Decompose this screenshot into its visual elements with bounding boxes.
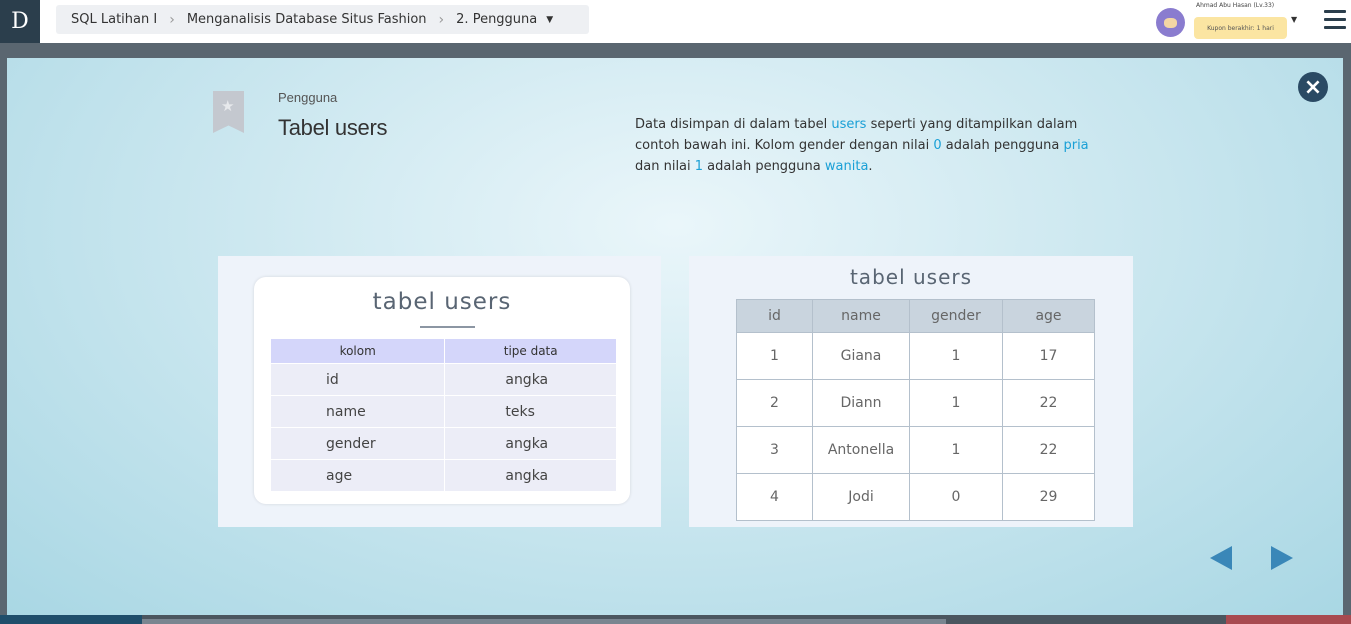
schema-header: tipe data <box>444 339 617 364</box>
caret-down-icon[interactable]: ▼ <box>1291 15 1297 24</box>
table-cell: 2 <box>736 379 813 427</box>
table-cell: 1 <box>909 379 1003 427</box>
data-panel: tabel users id name gender age 1 Giana 1… <box>689 256 1133 527</box>
slide-description: Data disimpan di dalam tabel users seper… <box>635 117 1089 174</box>
breadcrumb: SQL Latihan I › Menganalisis Database Si… <box>56 5 589 34</box>
schema-cell: name <box>271 395 446 428</box>
breadcrumb-course[interactable]: SQL Latihan I <box>71 12 157 27</box>
table-cell: Jodi <box>812 473 910 521</box>
table-cell: 29 <box>1002 473 1095 521</box>
schema-title: tabel users <box>372 289 512 315</box>
schema-cell: angka <box>444 363 617 396</box>
logo-icon[interactable]: D <box>0 0 40 43</box>
top-bar: D SQL Latihan I › Menganalisis Database … <box>0 0 1351 43</box>
table-cell: 22 <box>1002 379 1095 427</box>
table-cell: Diann <box>812 379 910 427</box>
user-menu[interactable]: Ahmad Abu Hasan (Lv.33) Kupon berakhir: … <box>1154 0 1304 43</box>
next-slide-icon[interactable] <box>1271 546 1293 570</box>
table-row: 1 Giana 1 17 <box>736 332 1095 380</box>
column-header: name <box>812 299 910 333</box>
slide-modal: ★ Pengguna Tabel users Data disimpan di … <box>7 58 1343 615</box>
table-cell: 3 <box>736 426 813 474</box>
table-cell: 0 <box>909 473 1003 521</box>
schema-cell: angka <box>444 427 617 460</box>
table-row: 4 Jodi 0 29 <box>736 473 1095 521</box>
table-row: 2 Diann 1 22 <box>736 379 1095 427</box>
column-header: age <box>1002 299 1095 333</box>
schema-cell: id <box>271 363 446 396</box>
close-icon[interactable]: × <box>1298 72 1328 102</box>
data-table-title: tabel users <box>849 265 973 289</box>
chevron-right-icon: › <box>438 11 445 28</box>
footer-segment <box>1226 615 1351 624</box>
schema-card: tabel users kolom tipe data id angka nam… <box>254 277 630 504</box>
progress-track <box>142 619 946 624</box>
avatar[interactable] <box>1156 8 1185 37</box>
slide-subtitle: Pengguna <box>278 90 338 105</box>
bookmark-icon[interactable]: ★ <box>213 91 244 133</box>
schema-cell: teks <box>444 395 617 428</box>
table-row: 3 Antonella 1 22 <box>736 426 1095 474</box>
breadcrumb-lesson[interactable]: 2. Pengguna <box>456 12 537 27</box>
table-cell: Antonella <box>812 426 910 474</box>
schema-cell: gender <box>271 427 446 460</box>
hamburger-menu-icon[interactable] <box>1324 10 1346 30</box>
table-cell: Giana <box>812 332 910 380</box>
schema-panel: tabel users kolom tipe data id angka nam… <box>218 256 661 527</box>
table-cell: 1 <box>909 332 1003 380</box>
previous-slide-icon[interactable] <box>1210 546 1232 570</box>
column-header: id <box>736 299 813 333</box>
schema-header: kolom <box>271 339 446 364</box>
schema-table: kolom tipe data id angka name teks gende… <box>271 339 617 491</box>
schema-cell: age <box>271 459 446 491</box>
table-row: age angka <box>271 459 617 491</box>
table-cell: 1 <box>736 332 813 380</box>
chevron-right-icon: › <box>169 11 175 28</box>
coupon-badge[interactable]: Kupon berakhir: 1 hari <box>1194 17 1287 39</box>
table-cell: 17 <box>1002 332 1095 380</box>
star-icon: ★ <box>221 97 235 115</box>
user-name: Ahmad Abu Hasan (Lv.33) <box>1196 2 1275 9</box>
slide-title: Tabel users <box>278 115 388 140</box>
table-cell: 22 <box>1002 426 1095 474</box>
title-underline <box>420 326 475 328</box>
table-cell: 4 <box>736 473 813 521</box>
table-row: id angka <box>271 363 617 396</box>
users-table: id name gender age 1 Giana 1 17 2 Diann … <box>736 299 1095 521</box>
caret-down-icon[interactable]: ▼ <box>546 15 553 25</box>
schema-cell: angka <box>444 459 617 491</box>
background-footer <box>0 615 1351 624</box>
table-cell: 1 <box>909 426 1003 474</box>
table-row: gender angka <box>271 427 617 460</box>
breadcrumb-chapter[interactable]: Menganalisis Database Situs Fashion <box>187 12 427 27</box>
table-row: name teks <box>271 395 617 428</box>
column-header: gender <box>909 299 1003 333</box>
footer-segment <box>0 615 142 624</box>
